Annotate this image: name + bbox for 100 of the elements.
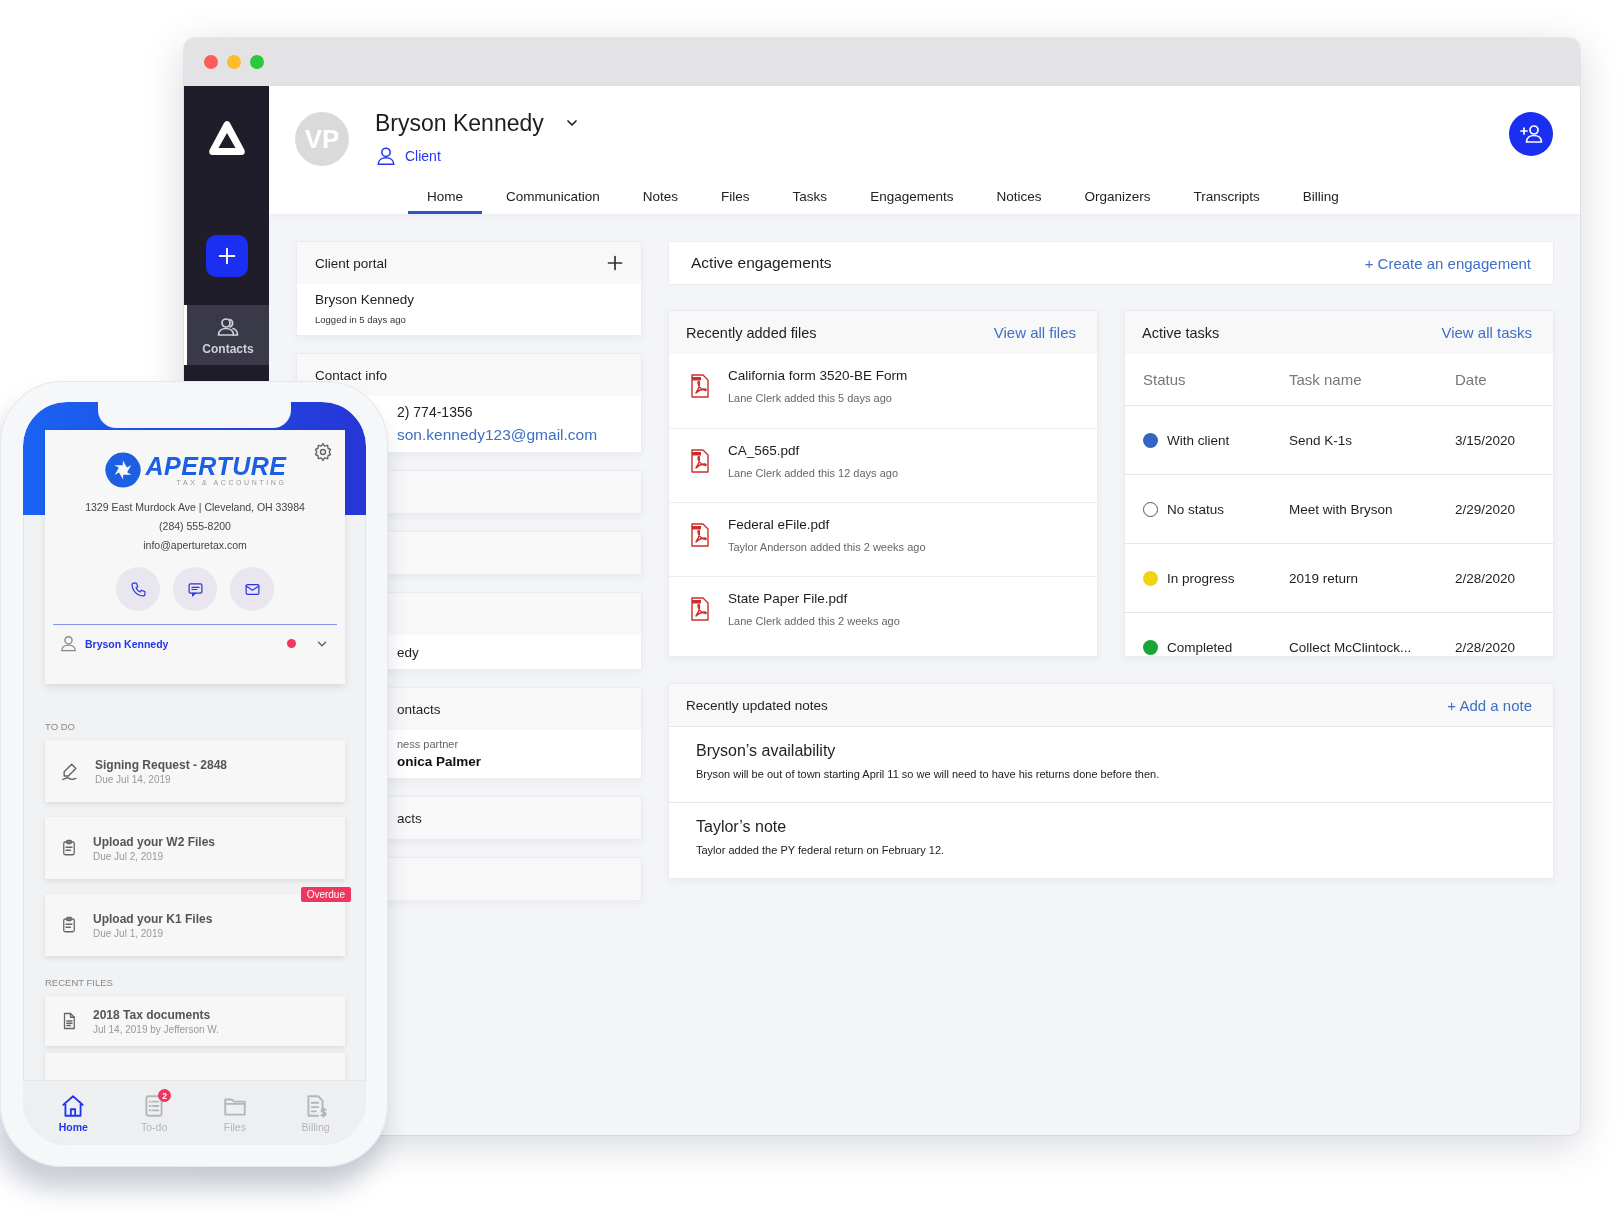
column-header: Date — [1455, 371, 1488, 388]
clipboard-icon — [60, 916, 78, 934]
logo-icon — [206, 119, 247, 157]
phone-icon — [129, 580, 147, 598]
tab[interactable]: Transcripts — [1174, 178, 1279, 214]
note-text: Taylor added the PY federal return on February 12. — [696, 844, 946, 856]
contact-role: ness partner — [397, 738, 460, 750]
note-text: Bryson will be out of town starting April 11 so we will need to have his returns done before then. — [696, 768, 1161, 780]
create-engagement-link[interactable]: + Create an engagement — [1364, 254, 1531, 272]
table-cell-text: 2/29/2020 — [1455, 501, 1517, 517]
card-title: Active engagements — [691, 254, 832, 272]
card-title: acts — [397, 810, 422, 826]
column-header: Task name — [1289, 371, 1363, 388]
nav-tab[interactable]: Home — [48, 1093, 99, 1133]
view-all-tasks-link[interactable]: View all tasks — [1441, 324, 1532, 341]
tab[interactable]: Notices — [977, 178, 1061, 214]
card-title: Active tasks — [1142, 324, 1220, 341]
table-cell-text: 3/15/2020 — [1455, 432, 1517, 448]
clipboard-icon — [60, 839, 78, 857]
tab[interactable]: Billing — [1283, 178, 1358, 214]
section-label: RECENT FILES — [45, 977, 114, 988]
todo-card[interactable]: Signing Request - 2848 Due Jul 14, 2019 — [45, 740, 345, 802]
aperture-logo-icon — [103, 450, 144, 490]
pdf-file-icon — [689, 374, 711, 398]
file-meta: Taylor Anderson added this 2 weeks ago — [728, 541, 926, 553]
tab[interactable]: Home — [408, 178, 482, 214]
todo-title: Upload your K1 Files — [93, 911, 213, 926]
due-date: Due Jul 2, 2019 — [93, 850, 165, 862]
firm-phone: (284) 555-8200 — [158, 519, 232, 534]
file-title: 2018 Tax documents — [93, 1007, 212, 1022]
add-person-icon — [1519, 122, 1543, 146]
person-icon — [59, 634, 78, 653]
table-cell-text: 2/28/2020 — [1455, 570, 1517, 586]
table-cell-text: Collect McClintock... — [1289, 639, 1413, 655]
note-title: Bryson’s availability — [696, 742, 837, 760]
plus-icon[interactable] — [607, 255, 623, 271]
note-title: Taylor’s note — [696, 818, 788, 836]
count-badge: 2 — [158, 1089, 172, 1102]
tab[interactable]: Organizers — [1065, 178, 1170, 214]
close-button[interactable] — [204, 55, 218, 69]
tab[interactable]: Engagements — [851, 178, 973, 214]
login-status: Logged in 5 days ago — [315, 314, 407, 325]
file-meta: Lane Clerk added this 5 days ago — [728, 392, 893, 404]
table-cell: With client — [1167, 432, 1230, 448]
tab[interactable]: Communication — [487, 178, 619, 214]
table-cell-text: 2019 return — [1289, 570, 1360, 586]
todo-card[interactable]: Upload your W2 Files Due Jul 2, 2019 — [45, 817, 345, 879]
due-date: Due Jul 14, 2019 — [95, 773, 172, 785]
add-button[interactable] — [205, 235, 248, 277]
chat-icon — [186, 580, 204, 598]
file-name[interactable]: California form 3520-BE Form — [728, 368, 908, 383]
todo-title: Upload your W2 Files — [93, 834, 215, 849]
tab[interactable]: Files — [702, 178, 769, 214]
file-card[interactable]: 2018 Tax documents Jul 14, 2019 by Jefferson W. — [45, 996, 345, 1046]
email-link[interactable]: son.kennedy123@gmail.com — [397, 426, 598, 444]
overdue-badge: Overdue — [300, 887, 351, 902]
card-title: Contact info — [315, 367, 388, 383]
table-cell-text: Meet with Bryson — [1289, 501, 1394, 517]
firm-email: info@aperturetax.com — [142, 538, 248, 553]
message-button[interactable] — [173, 567, 217, 611]
person-icon — [375, 145, 397, 167]
call-button[interactable] — [116, 567, 160, 611]
file-meta: Lane Clerk added this 12 days ago — [728, 467, 898, 479]
table-cell: Completed — [1167, 639, 1233, 655]
file-meta: Lane Clerk added this 2 weeks ago — [728, 615, 900, 627]
email-button[interactable] — [230, 567, 274, 611]
client-name: Bryson Kennedy — [375, 109, 544, 137]
card-title: Recently added files — [686, 324, 817, 341]
sidebar-item[interactable]: Contacts — [184, 305, 269, 365]
card-title: Client portal — [315, 255, 388, 271]
home-icon — [60, 1093, 87, 1119]
tab[interactable]: Tasks — [773, 178, 847, 214]
client-role: Client — [405, 148, 441, 164]
table-cell: In progress — [1167, 570, 1235, 586]
pdf-file-icon — [689, 597, 711, 621]
file-name[interactable]: Federal eFile.pdf — [728, 517, 926, 532]
table-cell: No status — [1167, 501, 1225, 517]
contact-name: onica Palmer — [397, 754, 483, 769]
pen-icon — [60, 761, 80, 781]
view-all-files-link[interactable]: View all files — [993, 324, 1076, 341]
brand-name: APERTURE — [145, 454, 287, 478]
todo-title: Signing Request - 2848 — [95, 757, 228, 772]
file-name[interactable]: CA_565.pdf — [728, 443, 898, 458]
due-date: Due Jul 1, 2019 — [93, 927, 165, 939]
card-title: ontacts — [397, 701, 441, 717]
table-cell-text: Send K-1s — [1289, 432, 1354, 448]
card-title: Recently updated notes — [686, 697, 828, 713]
pdf-file-icon — [689, 449, 711, 473]
status-dot — [1143, 501, 1158, 517]
portal-user-name: Bryson Kennedy — [315, 292, 416, 307]
tab[interactable]: Notes — [623, 178, 698, 214]
pdf-file-icon — [689, 523, 711, 547]
section-label: TO DO — [45, 721, 76, 732]
add-note-link[interactable]: + Add a note — [1447, 696, 1532, 714]
firm-address: 1329 East Murdock Ave | Cleveland, OH 33984 — [84, 500, 306, 515]
settings-icon[interactable] — [313, 442, 333, 462]
file-name[interactable]: State Paper File.pdf — [728, 591, 900, 606]
plus-icon — [217, 247, 236, 265]
user-name[interactable]: Bryson Kennedy — [85, 637, 280, 650]
add-contact-button[interactable] — [1509, 112, 1553, 156]
